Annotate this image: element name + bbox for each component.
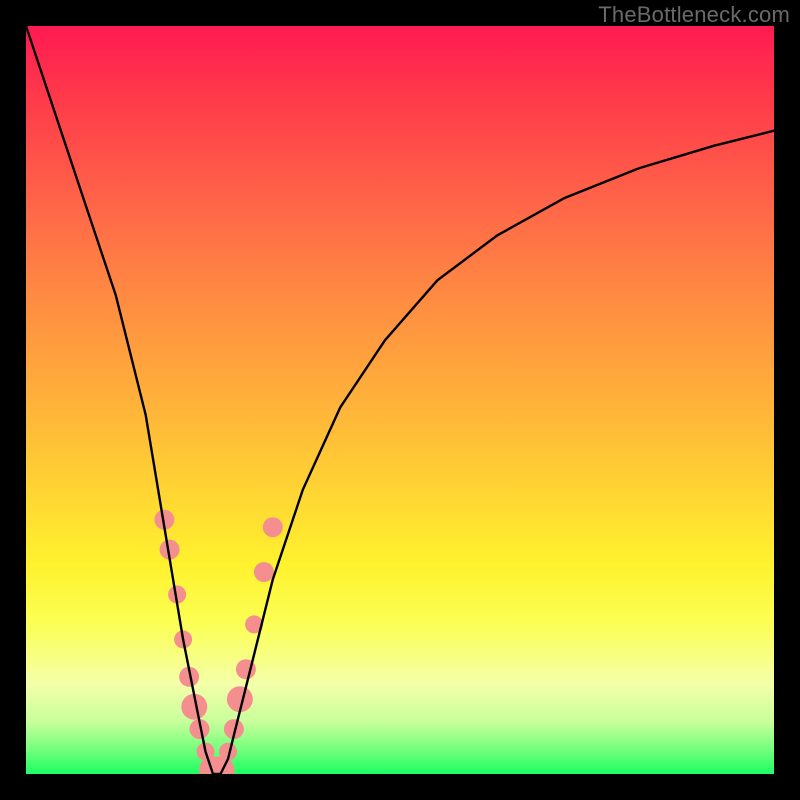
plot-area (26, 26, 774, 774)
watermark-text: TheBottleneck.com (598, 2, 790, 28)
bead-marker (263, 517, 283, 537)
bead-markers (154, 510, 282, 774)
chart-frame: TheBottleneck.com (0, 0, 800, 800)
bead-marker (254, 562, 274, 582)
bottleneck-curve (26, 26, 774, 774)
chart-svg (26, 26, 774, 774)
